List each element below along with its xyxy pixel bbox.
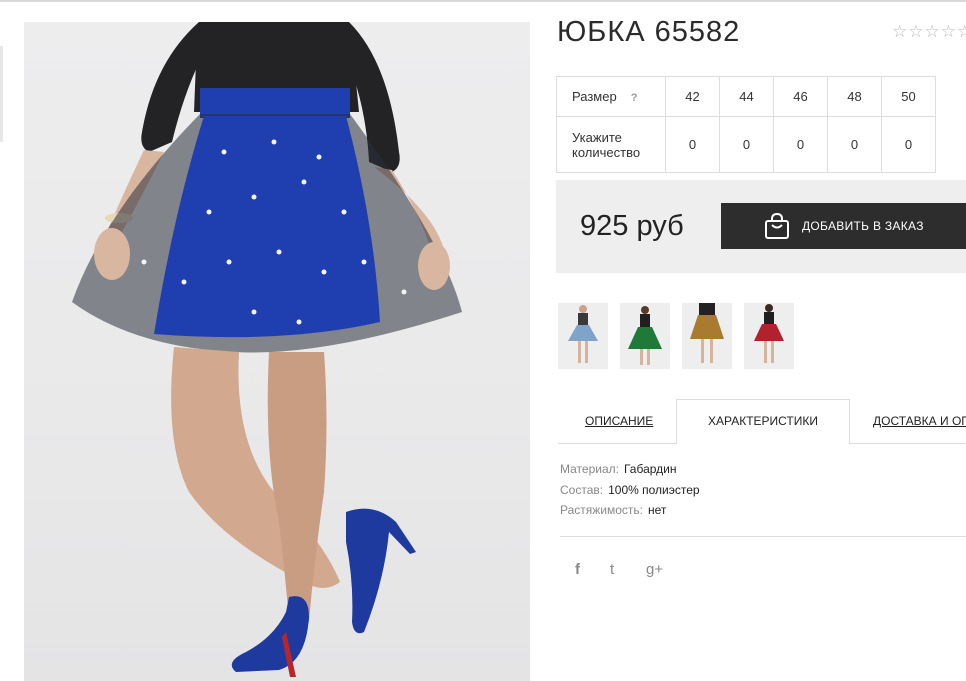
quantity-input[interactable]: 0 [827, 116, 882, 173]
thumbnail-green-skirt[interactable] [620, 303, 670, 369]
spec-stretch: Растяжимость: нет [560, 503, 666, 517]
add-to-order-button[interactable]: ДОБАВИТЬ В ЗАКАЗ [721, 203, 966, 249]
help-icon[interactable]: ? [631, 92, 638, 104]
thumbnail-red-skirt[interactable] [744, 303, 794, 369]
rating-stars[interactable]: ☆☆☆☆☆ [892, 22, 966, 42]
thumbnail-image [558, 303, 608, 369]
spec-key: Материал: [560, 462, 619, 476]
tabs-clip: ДОСТАВКА И ОПЛАТА [558, 395, 966, 455]
size-table: Размер? 42 44 46 48 50 Укажите количеств… [556, 76, 936, 173]
thumbnail-image [744, 303, 794, 369]
price: 925 руб [580, 210, 684, 242]
quantity-input[interactable]: 0 [773, 116, 828, 173]
shopping-bag-icon [765, 212, 789, 239]
quantity-label-line2: количество [572, 144, 641, 160]
spec-key: Растяжимость: [560, 503, 644, 517]
thumbnail-gold-skirt[interactable] [682, 303, 732, 369]
quantity-input[interactable]: 0 [881, 116, 936, 173]
left-edge-tab [0, 46, 3, 142]
facebook-icon[interactable]: f [575, 561, 580, 578]
spec-value: Габардин [623, 462, 677, 476]
spec-material: Материал: Габардин [560, 462, 676, 476]
tab-delivery[interactable]: ДОСТАВКА И ОПЛАТА [873, 400, 966, 443]
quantity-input[interactable]: 0 [719, 116, 774, 173]
skirt-photo-illustration [72, 22, 462, 677]
spec-key: Состав: [560, 483, 604, 497]
size-cell: 48 [827, 76, 882, 117]
size-cell: 42 [665, 76, 720, 117]
price-bar: 925 руб ДОБАВИТЬ В ЗАКАЗ [556, 180, 966, 273]
thumbnail-light-blue-skirt[interactable] [558, 303, 608, 369]
size-label-cell: Размер? [556, 76, 666, 117]
size-label: Размер [572, 89, 617, 104]
add-to-order-label: ДОБАВИТЬ В ЗАКАЗ [802, 219, 924, 233]
spec-value: нет [648, 503, 667, 517]
divider [560, 536, 966, 537]
size-cell: 50 [881, 76, 936, 117]
spec-value: 100% полиэстер [608, 483, 700, 497]
quantity-row: Укажите количество 0 0 0 0 0 [556, 116, 936, 173]
product-title: ЮБКА 65582 [557, 16, 741, 48]
size-cell: 44 [719, 76, 774, 117]
size-row: Размер? 42 44 46 48 50 [556, 76, 936, 117]
google-plus-icon[interactable]: g+ [646, 561, 663, 578]
quantity-label-line1: Укажите [572, 129, 622, 145]
top-rule [0, 0, 966, 2]
thumbnail-image [682, 303, 732, 369]
quantity-input[interactable]: 0 [665, 116, 720, 173]
main-product-image[interactable] [24, 22, 530, 681]
thumbnail-image [620, 303, 670, 369]
twitter-icon[interactable]: t [610, 561, 614, 578]
size-cell: 46 [773, 76, 828, 117]
spec-composition: Состав: 100% полиэстер [560, 483, 700, 497]
quantity-label-cell: Укажите количество [556, 116, 666, 173]
